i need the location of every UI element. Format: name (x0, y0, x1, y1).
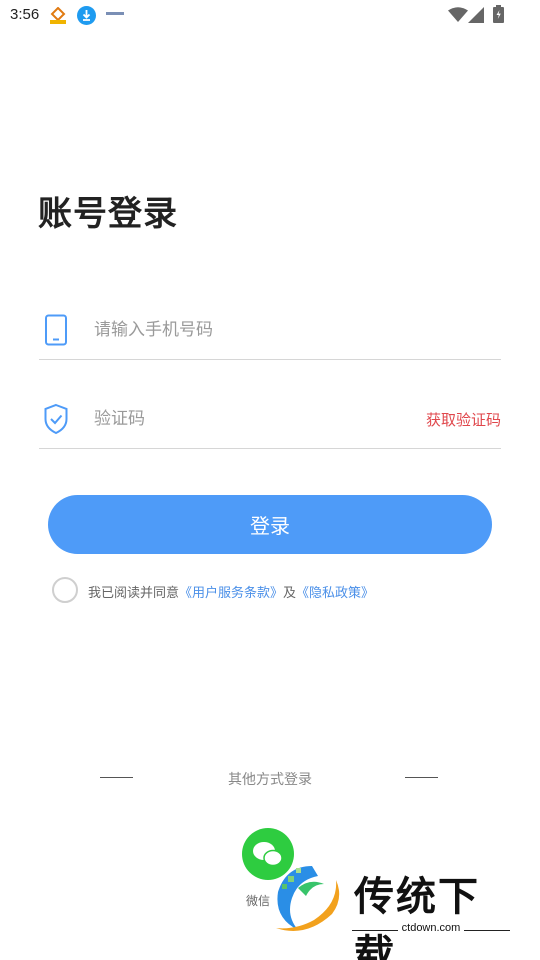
download-notification-icon (77, 6, 96, 25)
small-notification-icon (106, 12, 124, 15)
other-login-label: 其他方式登录 (228, 772, 312, 788)
app-notification-icon (50, 7, 66, 24)
agreement-joiner: 及 (283, 586, 297, 601)
battery-icon (493, 5, 504, 23)
watermark-swirl-icon (276, 866, 340, 931)
phone-input[interactable] (94, 314, 414, 346)
signal-icon (468, 7, 484, 23)
watermark-logo: 传统下载 ctdown.com (266, 858, 516, 960)
privacy-link[interactable]: 《隐私政策》 (296, 586, 374, 601)
agreement-prefix: 我已阅读并同意 (88, 586, 180, 601)
divider-right (405, 777, 438, 778)
watermark-domain: ctdown.com (401, 922, 461, 934)
wifi-icon (448, 7, 468, 22)
shield-check-icon (44, 403, 68, 435)
agreement-checkbox[interactable] (52, 577, 78, 603)
phone-field (39, 300, 501, 360)
watermark-line-right (464, 930, 510, 931)
phone-icon (45, 314, 67, 346)
get-code-button[interactable]: 获取验证码 (426, 409, 501, 430)
code-field: 获取验证码 (39, 389, 501, 449)
agreement-text: 我已阅读并同意《用户服务条款》及《隐私政策》 (88, 582, 374, 601)
status-time: 3:56 (10, 6, 40, 23)
watermark-brand: 传统下载 (354, 874, 480, 960)
login-button[interactable]: 登录 (48, 495, 492, 554)
page-title: 账号登录 (38, 194, 178, 234)
status-bar: 3:56 (0, 0, 540, 32)
other-login-row: 其他方式登录 (0, 766, 540, 790)
code-input[interactable] (94, 403, 414, 435)
terms-link[interactable]: 《用户服务条款》 (179, 586, 283, 601)
